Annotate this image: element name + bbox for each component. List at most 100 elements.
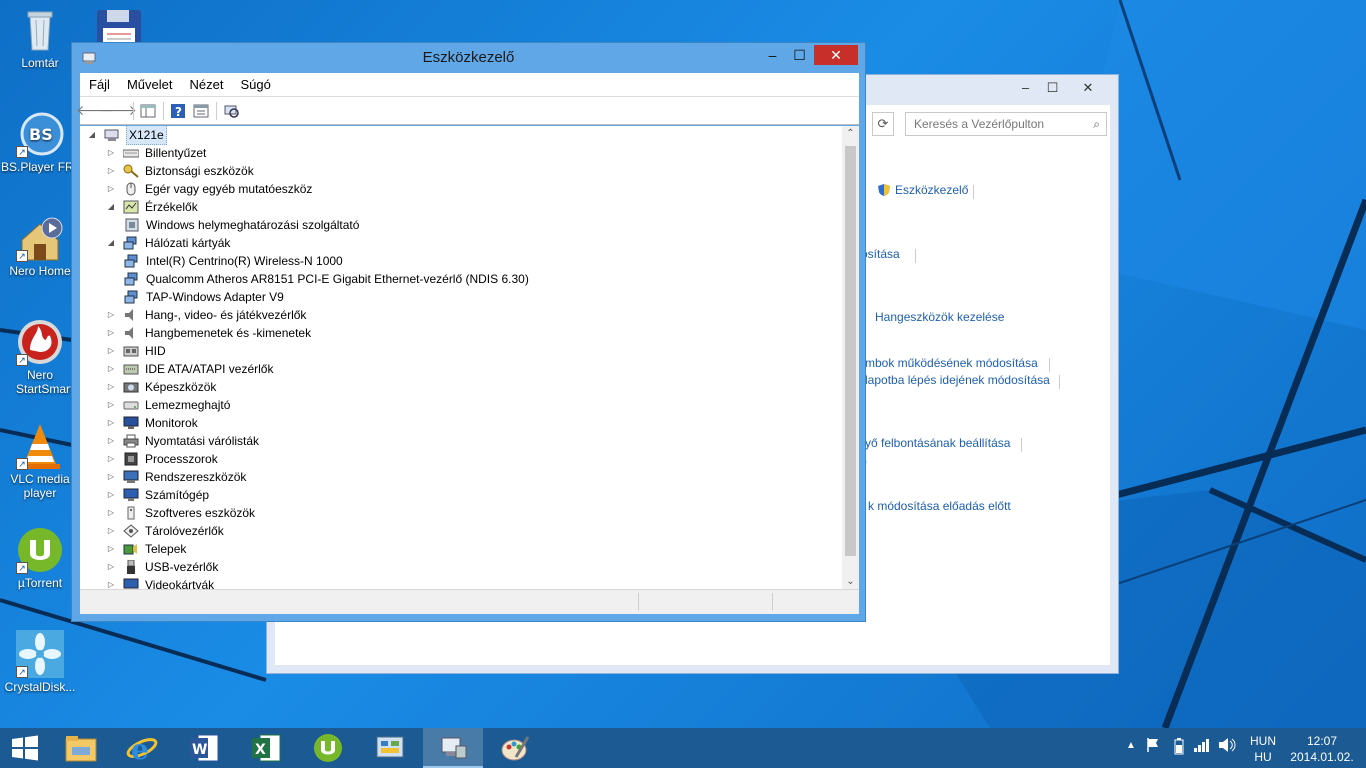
- expand-icon[interactable]: ▷: [105, 522, 117, 540]
- menu-help[interactable]: Súgó: [231, 77, 278, 92]
- tree-device-item[interactable]: Intel(R) Centrino(R) Wireless-N 1000: [124, 252, 343, 270]
- title-bar[interactable]: Eszközkezelő – ☐ ✕: [72, 43, 865, 73]
- show-hidden-icons[interactable]: ▲: [1126, 740, 1136, 751]
- tree-device-item[interactable]: Qualcomm Atheros AR8151 PCI-E Gigabit Et…: [124, 270, 529, 288]
- taskbar-internet-explorer[interactable]: e: [112, 728, 172, 768]
- taskbar-utorrent[interactable]: [298, 728, 358, 768]
- device-tree[interactable]: ◢ X121e ▷ Billentyűzet ▷ Biztonsági eszközö…: [80, 126, 850, 589]
- expand-icon[interactable]: ▷: [105, 180, 117, 198]
- tree-category-item[interactable]: ▷ Rendszereszközök: [105, 468, 246, 486]
- expand-icon[interactable]: ▷: [105, 504, 117, 522]
- scroll-up-icon[interactable]: ⌃: [842, 128, 859, 139]
- taskbar-file-explorer[interactable]: [51, 728, 111, 768]
- expand-icon[interactable]: ▷: [105, 468, 117, 486]
- forward-arrow-icon[interactable]: 🡒: [99, 101, 137, 121]
- tree-category-item[interactable]: ▷ Képeszközök: [105, 378, 216, 396]
- expand-icon[interactable]: ▷: [105, 414, 117, 432]
- scroll-down-icon[interactable]: ⌄: [842, 576, 859, 587]
- show-hide-console-tree-icon[interactable]: [137, 101, 159, 121]
- tree-category-item[interactable]: ▷ Billentyűzet: [105, 144, 206, 162]
- control-panel-search-input[interactable]: Keresés a Vezérlőpulton ⌕: [905, 112, 1107, 136]
- tree-category-item[interactable]: ▷ Lemezmeghajtó: [105, 396, 230, 414]
- taskbar-paint[interactable]: [485, 728, 545, 768]
- collapse-icon[interactable]: ◢: [86, 126, 98, 144]
- minimize-icon[interactable]: –: [1012, 79, 1039, 97]
- expand-icon[interactable]: ▷: [105, 432, 117, 450]
- tree-category-item[interactable]: ▷ Processzorok: [105, 450, 218, 468]
- collapse-icon[interactable]: ◢: [105, 234, 117, 252]
- link-device-manager[interactable]: Eszközkezelő: [877, 183, 968, 197]
- tree-device-item[interactable]: Windows helymeghatározási szolgáltató: [124, 216, 359, 234]
- link-partial-1[interactable]: ósítása: [861, 247, 900, 261]
- properties-icon[interactable]: [190, 101, 212, 121]
- desktop-icon-recycle-bin[interactable]: Lomtár: [1, 6, 79, 70]
- tree-category-item[interactable]: ▷ Monitorok: [105, 414, 198, 432]
- expand-icon[interactable]: ▷: [105, 144, 117, 162]
- expand-icon[interactable]: ▷: [105, 486, 117, 504]
- expand-icon[interactable]: ▷: [105, 540, 117, 558]
- desktop-icon-crystaldisk[interactable]: ↗ CrystalDisk...: [1, 630, 79, 694]
- tree-category-item[interactable]: ▷ Nyomtatási várólisták: [105, 432, 259, 450]
- tree-category-item[interactable]: ▷ IDE ATA/ATAPI vezérlők: [105, 360, 274, 378]
- tree-category-item[interactable]: ▷ Biztonsági eszközök: [105, 162, 254, 180]
- expand-icon[interactable]: ▷: [105, 558, 117, 576]
- maximize-button[interactable]: ☐: [785, 45, 814, 65]
- clock[interactable]: 12:07 2014.01.02.: [1284, 733, 1360, 765]
- tree-category-item[interactable]: ▷ Számítógép: [105, 486, 209, 504]
- link-screen-resolution[interactable]: yő felbontásának beállítása: [865, 436, 1010, 450]
- link-power-buttons[interactable]: mbok működésének módosítása: [865, 356, 1038, 370]
- menu-file[interactable]: Fájl: [80, 77, 118, 92]
- vertical-scrollbar[interactable]: ⌃ ⌄: [842, 126, 859, 589]
- volume-icon[interactable]: [1218, 737, 1236, 756]
- expand-icon[interactable]: ▷: [105, 162, 117, 180]
- action-center-flag-icon[interactable]: [1146, 737, 1160, 756]
- desktop-icon-bsplayer[interactable]: BS ↗ BS.Player FREE: [1, 110, 79, 174]
- taskbar-excel[interactable]: X: [236, 728, 296, 768]
- tree-category-item[interactable]: ◢ Érzékelők: [105, 198, 198, 216]
- tree-category-item[interactable]: ▷ Egér vagy egyéb mutatóeszköz: [105, 180, 313, 198]
- expand-icon[interactable]: ▷: [105, 324, 117, 342]
- tree-category-item[interactable]: ▷ HID: [105, 342, 166, 360]
- expand-icon[interactable]: ▷: [105, 378, 117, 396]
- taskbar-device-manager[interactable]: [423, 728, 483, 768]
- tree-device-item[interactable]: TAP-Windows Adapter V9: [124, 288, 284, 306]
- expand-icon[interactable]: ▷: [105, 342, 117, 360]
- tree-category-item[interactable]: ▷ Hang-, video- és játékvezérlők: [105, 306, 307, 324]
- expand-icon[interactable]: ▷: [105, 576, 117, 589]
- tree-category-item[interactable]: ▷ USB-vezérlők: [105, 558, 218, 576]
- menu-action[interactable]: Művelet: [118, 77, 181, 92]
- minimize-button[interactable]: –: [758, 45, 787, 65]
- expand-icon[interactable]: ▷: [105, 360, 117, 378]
- tree-category-item[interactable]: ▷ Telepek: [105, 540, 186, 558]
- link-sleep-time[interactable]: lapotba lépés idejének módosítása: [865, 373, 1050, 387]
- desktop-icon-vlc[interactable]: ↗ VLC media player: [1, 422, 79, 500]
- link-sound-devices[interactable]: Hangeszközök kezelése: [875, 310, 1004, 324]
- taskbar-word[interactable]: W: [174, 728, 234, 768]
- close-icon[interactable]: ✕: [1066, 79, 1110, 97]
- expand-icon[interactable]: ▷: [105, 450, 117, 468]
- help-icon[interactable]: ?: [167, 101, 189, 121]
- expand-icon[interactable]: ▷: [105, 306, 117, 324]
- tree-category-item[interactable]: ▷ Videokártyák: [105, 576, 214, 589]
- input-language-indicator[interactable]: HUN HU: [1248, 733, 1278, 765]
- device-manager-window[interactable]: Eszközkezelő – ☐ ✕ Fájl Művelet Nézet Sú…: [71, 42, 866, 622]
- start-button[interactable]: [0, 728, 50, 768]
- close-button[interactable]: ✕: [814, 45, 858, 65]
- taskbar-control-panel[interactable]: [360, 728, 420, 768]
- desktop-icon-utorrent[interactable]: ↗ µTorrent: [1, 526, 79, 590]
- tree-category-item[interactable]: ▷ Tárolóvezérlők: [105, 522, 224, 540]
- desktop-icon-nero-startsmart[interactable]: ↗ Nero StartSmart: [1, 318, 79, 396]
- tree-category-item[interactable]: ◢ Hálózati kártyák: [105, 234, 230, 252]
- scroll-thumb[interactable]: [845, 146, 856, 556]
- expand-icon[interactable]: ▷: [105, 396, 117, 414]
- link-presentation-settings[interactable]: k módosítása előadás előtt: [868, 499, 1011, 513]
- tree-category-item[interactable]: ▷ Hangbemenetek és -kimenetek: [105, 324, 311, 342]
- scan-hardware-icon[interactable]: [220, 101, 242, 121]
- refresh-button[interactable]: ⟳: [872, 112, 894, 136]
- maximize-icon[interactable]: ☐: [1039, 79, 1066, 97]
- battery-icon[interactable]: [1174, 737, 1184, 758]
- desktop-icon-nero-home[interactable]: ↗ Nero Home: [1, 214, 79, 278]
- tree-category-item[interactable]: ▷ Szoftveres eszközök: [105, 504, 255, 522]
- collapse-icon[interactable]: ◢: [105, 198, 117, 216]
- menu-view[interactable]: Nézet: [180, 77, 231, 92]
